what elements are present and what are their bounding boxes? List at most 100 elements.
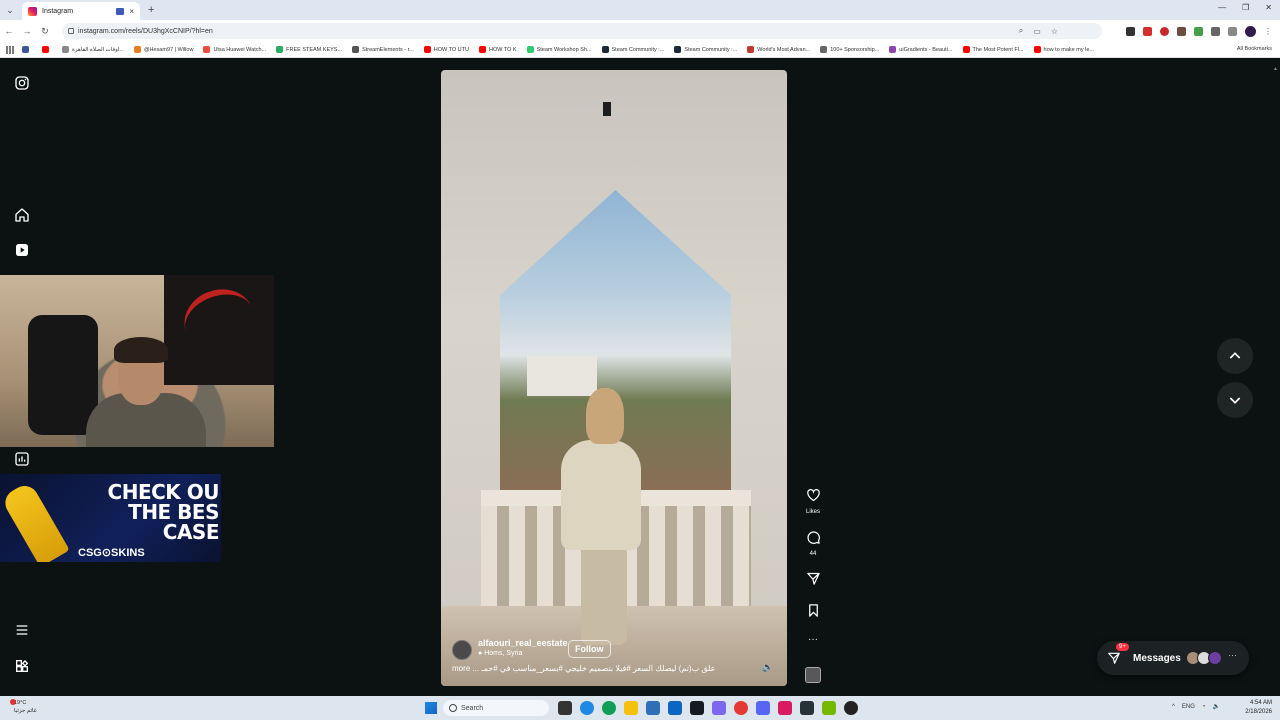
bookmark-item[interactable]: اوقات الصلاة القاهرة... <box>62 46 124 53</box>
bookmark-item[interactable]: Steam Community :... <box>601 46 664 53</box>
forward-button[interactable]: → <box>18 26 36 36</box>
volume-icon[interactable]: 🔈 <box>1213 703 1220 710</box>
close-window-button[interactable]: ✕ <box>1265 3 1272 12</box>
profile-avatar[interactable] <box>1245 25 1256 37</box>
all-bookmarks-link[interactable]: All Bookmarks <box>1237 46 1272 52</box>
mail-icon[interactable] <box>668 701 682 715</box>
home-icon[interactable] <box>14 207 30 223</box>
extension-red-icon[interactable] <box>1160 26 1169 36</box>
language-indicator[interactable]: ENG <box>1182 704 1195 710</box>
bookmark-item[interactable]: @Hesam97 | Willow <box>133 46 193 53</box>
bookmark-favicon-icon <box>820 46 828 53</box>
wifi-icon[interactable]: ◔ <box>1202 704 1206 710</box>
split-view-icon[interactable] <box>1228 26 1237 36</box>
share-button[interactable] <box>800 571 826 591</box>
bookmark-item[interactable]: World's Most Advan... <box>747 46 810 53</box>
bookmark-label: 100+ Sponsorship... <box>830 46 880 53</box>
taskbar-search[interactable]: Search <box>443 700 549 716</box>
bookmark-item[interactable]: HOW TO K <box>478 46 517 53</box>
install-app-icon[interactable]: ▭ <box>1033 27 1041 36</box>
steam-client-icon[interactable] <box>800 701 814 715</box>
bookmark-item[interactable] <box>42 46 52 53</box>
extension-pen-icon[interactable] <box>1126 26 1135 36</box>
file-explorer-icon[interactable] <box>558 701 572 715</box>
bookmark-item[interactable]: how to make my le... <box>1033 46 1094 53</box>
previous-reel-button[interactable] <box>1217 338 1253 374</box>
bookmark-item[interactable]: Utsa Huawei Watch... <box>203 46 266 53</box>
windows-start-icon[interactable] <box>425 702 437 714</box>
reload-button[interactable]: ↻ <box>36 26 54 37</box>
folder-icon[interactable] <box>624 701 638 715</box>
discord-icon[interactable] <box>756 701 770 715</box>
bookmark-item[interactable]: uiGradients - Beauti... <box>889 46 953 53</box>
insights-icon[interactable] <box>14 451 30 467</box>
minimize-button[interactable]: — <box>1218 3 1226 12</box>
nvidia-icon[interactable] <box>822 701 836 715</box>
bookmark-label: Steam Community :... <box>684 46 738 53</box>
menu-icon[interactable] <box>14 622 30 638</box>
extension-adblock-icon[interactable] <box>1143 26 1152 36</box>
messages-button[interactable]: 9+ Messages ··· <box>1097 641 1249 675</box>
new-tab-button[interactable]: + <box>148 4 154 16</box>
message-avatars <box>1186 651 1222 665</box>
bookmark-star-icon[interactable]: ☆ <box>1051 27 1058 36</box>
bookmark-item[interactable]: Steam Workshop Sh... <box>526 46 592 53</box>
browser-menu-icon[interactable]: ⋮ <box>1264 27 1272 36</box>
bookmark-item[interactable]: StreamElements - r... <box>352 46 414 53</box>
reel-caption[interactable]: علق ب(تم) ليصلك السعر #فيلا بتصميم خليجي… <box>452 664 742 673</box>
instagram-logo-icon[interactable] <box>14 75 30 91</box>
like-button[interactable]: Likes <box>800 488 826 515</box>
tab-close-button[interactable]: × <box>129 7 134 16</box>
site-info-icon[interactable] <box>68 28 74 34</box>
zoom-icon[interactable]: ⌕ <box>1019 26 1023 36</box>
store-icon[interactable] <box>646 701 660 715</box>
save-button[interactable] <box>800 603 826 623</box>
bookmark-favicon-icon <box>276 46 284 53</box>
extensions-puzzle-icon[interactable] <box>1211 26 1220 36</box>
chrome-icon[interactable] <box>734 701 748 715</box>
bookmark-item[interactable]: 100+ Sponsorship... <box>820 46 879 53</box>
comment-button[interactable]: 44 <box>800 530 826 557</box>
windows-taskbar: 19°C غائم جزئيا Search ^ ENG ◔ 🔈 4:54 AM… <box>0 696 1280 720</box>
obs-icon[interactable] <box>844 701 858 715</box>
extension-check-icon[interactable] <box>1194 26 1203 36</box>
reel-video[interactable] <box>441 70 787 686</box>
location-pin-icon: ● <box>478 650 483 657</box>
weather-temp: 19°C <box>14 700 27 706</box>
tab-search-button[interactable]: ⌄ <box>0 0 20 20</box>
reel-location[interactable]: ● Homs, Syria <box>478 650 522 657</box>
bookmark-item[interactable]: HOW TO UTU <box>423 46 469 53</box>
back-button[interactable]: ← <box>0 26 18 36</box>
edge-icon[interactable] <box>602 701 616 715</box>
reels-icon[interactable] <box>14 242 30 258</box>
teams-icon[interactable] <box>712 701 726 715</box>
tray-chevron-icon[interactable]: ^ <box>1172 704 1175 710</box>
next-reel-button[interactable] <box>1217 382 1253 418</box>
author-avatar[interactable] <box>452 640 472 660</box>
address-bar[interactable]: instagram.com/reels/DU3hgXcCNIP/?hl=en ⌕… <box>62 23 1102 39</box>
page-scrollbar[interactable]: ▲ <box>1273 62 1278 692</box>
steam-icon[interactable] <box>690 701 704 715</box>
copilot-icon[interactable] <box>580 701 594 715</box>
original-audio-thumbnail[interactable] <box>805 667 821 683</box>
bookmark-item[interactable]: Steam Community :... <box>674 46 737 53</box>
follow-button[interactable]: Follow <box>568 640 611 658</box>
scroll-up-arrow-icon[interactable]: ▲ <box>1273 66 1278 72</box>
bookmark-item[interactable] <box>22 46 32 53</box>
bookmark-item[interactable]: FREE STEAM KEYS... <box>276 46 342 53</box>
extension-box-icon[interactable] <box>1177 26 1186 36</box>
mute-icon[interactable]: 🔈 <box>762 662 773 673</box>
also-from-meta-icon[interactable] <box>14 658 30 674</box>
weather-widget[interactable]: 19°C غائم جزئيا <box>10 699 37 715</box>
browser-tab-instagram[interactable]: Instagram × <box>22 2 140 20</box>
more-options-button[interactable]: ··· <box>800 634 826 645</box>
unread-badge: 9+ <box>1116 643 1129 651</box>
bookmark-item[interactable]: The Most Potent Fl... <box>962 46 1024 53</box>
taskbar-clock[interactable]: 4:54 AM 2/18/2026 <box>1245 699 1272 717</box>
app-icon[interactable] <box>778 701 792 715</box>
bookmark-favicon-icon <box>962 46 970 53</box>
apps-grid-icon[interactable] <box>6 45 14 54</box>
restore-button[interactable]: ❐ <box>1242 3 1249 12</box>
bookmark-label: HOW TO K <box>488 46 517 53</box>
author-username[interactable]: alfaouri_real_eestate <box>478 638 568 648</box>
